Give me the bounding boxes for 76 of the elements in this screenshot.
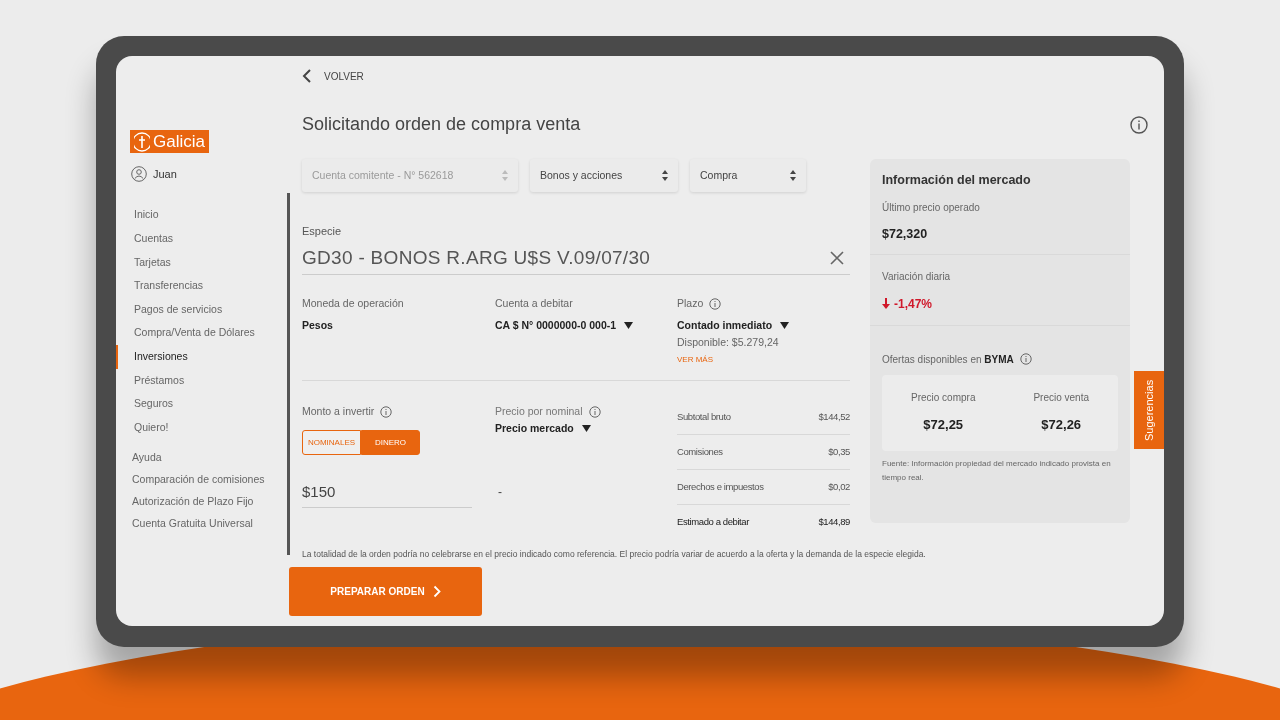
sort-arrows-icon (662, 170, 668, 181)
sidebar-item[interactable]: Inversiones (116, 345, 286, 369)
sidebar-item[interactable]: Cuentas (116, 227, 286, 251)
last-price: $72,320 (882, 225, 929, 243)
offer-price: $72,26 (1041, 416, 1082, 435)
summary-label: Derechos e impuestos (677, 479, 764, 494)
logo: Galicia (130, 130, 209, 153)
sort-arrows-icon (502, 170, 508, 181)
offer-label: Precio venta (1033, 391, 1089, 406)
info-icon[interactable] (1130, 115, 1148, 134)
info-icon[interactable] (380, 406, 393, 418)
field-label: Plazo (677, 296, 704, 312)
field-label: Especie (302, 224, 343, 239)
offers-label: Ofertas disponibles en BYMA (882, 352, 1014, 367)
sidebar-item[interactable]: Inicio (116, 203, 286, 228)
sidebar-item[interactable]: Tarjetas (116, 250, 286, 275)
toggle-option[interactable]: NOMINALES (302, 430, 361, 455)
select-field[interactable]: Bonos y acciones (530, 159, 678, 192)
select-field: Cuenta comitente - N° 562618 (302, 159, 518, 192)
sidebar-item[interactable]: Comparación de comisiones (132, 472, 276, 487)
info-icon[interactable] (709, 298, 722, 310)
see-more-link[interactable]: VER MÁS (677, 353, 850, 366)
sidebar-item[interactable]: Autorización de Plazo Fijo (132, 494, 276, 509)
sort-arrows-icon (790, 170, 796, 181)
caret-icon (581, 425, 591, 433)
summary-label: Estimado a debitar (677, 515, 749, 530)
offer-label: Precio compra (911, 391, 976, 406)
info-icon[interactable] (588, 406, 601, 418)
sidebar-item[interactable]: Préstamos (116, 368, 286, 393)
dropdown[interactable]: Precio mercado (495, 421, 677, 437)
user-icon[interactable] (131, 166, 147, 183)
chevron-right-icon (432, 584, 441, 598)
close-icon[interactable] (830, 250, 844, 265)
summary-value: $0,02 (828, 479, 850, 494)
field-label: Monto a invertir (302, 404, 375, 420)
summary-label: Comisiones (677, 444, 723, 459)
summary-value: $144,89 (818, 515, 850, 530)
amount-field[interactable]: $150 (302, 481, 472, 508)
result-value: - (498, 483, 503, 501)
toggle-option[interactable]: DINERO (361, 430, 420, 455)
summary-value: $0,35 (828, 444, 850, 459)
field-label: Último precio operado (882, 200, 981, 215)
field-value: Pesos (302, 318, 334, 333)
sidebar-item[interactable]: Pagos de servicios (116, 297, 286, 322)
field-label: Precio por nominal (495, 404, 583, 420)
select-field[interactable]: Compra (690, 159, 806, 192)
caret-icon (624, 322, 634, 330)
info-icon[interactable] (1019, 353, 1032, 365)
back-link[interactable]: VOLVER (302, 68, 364, 84)
sidebar-item[interactable]: Cuenta Gratuita Universal (132, 516, 276, 531)
field-label: Variación diaria (882, 269, 952, 284)
offer-price: $72,25 (923, 416, 964, 435)
back-icon (302, 68, 312, 84)
summary-value: $144,52 (818, 409, 850, 424)
dropdown[interactable]: Contado inmediato (677, 318, 850, 334)
caret-icon (780, 322, 790, 330)
field-label: Cuenta a debitar (495, 296, 573, 312)
daily-variation: -1,47% (894, 295, 933, 313)
especie-field[interactable]: GD30 - BONOS R.ARG U$S V.09/07/30 (302, 243, 850, 275)
sidebar-item[interactable]: Seguros (116, 392, 286, 416)
user-name: Juan (153, 167, 177, 182)
summary-label: Subtotal bruto (677, 409, 731, 424)
field-label: Moneda de operación (302, 296, 404, 312)
panel-title: Información del mercado (882, 172, 1032, 189)
sidebar-item[interactable]: Ayuda (132, 450, 276, 465)
logo-cross-icon (134, 131, 150, 152)
prepare-order-button[interactable]: PREPARAR ORDEN (289, 566, 482, 616)
available-balance: Disponible: $5.279,24 (677, 334, 780, 350)
disclaimer-text: La totalidad de la orden podría no celebrarse en el precio indicado como referencia. El precio podría variar de acuerdo a la oferta y la demanda de la especie elegida. (301, 548, 927, 561)
dropdown[interactable]: CA $ N° 0000000-0 000-1 (495, 318, 677, 334)
sidebar-item[interactable]: Quiero! (116, 415, 286, 440)
page-title: Solicitando orden de compra venta (302, 113, 581, 136)
suggestions-tab[interactable]: Sugerencias (1134, 371, 1164, 449)
sidebar-item[interactable]: Compra/Venta de Dólares (116, 321, 286, 346)
source-note: Fuente: Información propiedad del mercado indicado provista en tiempo real. (882, 457, 1112, 484)
sidebar-item[interactable]: Transferencias (116, 274, 286, 298)
